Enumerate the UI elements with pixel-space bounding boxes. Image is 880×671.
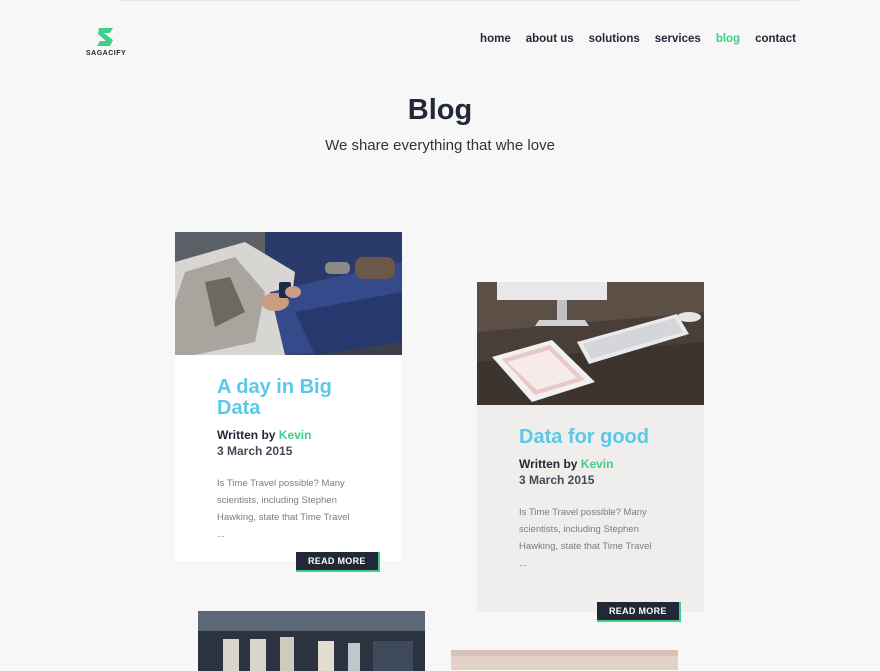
post-excerpt: Is Time Travel possible? Many scientists… [217, 478, 350, 540]
logo[interactable]: SAGACIFY [86, 26, 126, 60]
post-date: 3 March 2015 [519, 473, 595, 487]
main-nav: home about us solutions services blog co… [480, 33, 796, 45]
post-image[interactable] [477, 282, 704, 405]
page-title: Blog [407, 94, 473, 126]
read-more-button[interactable]: READ MORE [597, 602, 681, 622]
post-author[interactable]: Kevin [279, 428, 312, 442]
nav-item-home[interactable]: home [480, 33, 511, 45]
logo-text: SAGACIFY [86, 50, 127, 57]
post-image[interactable] [198, 611, 425, 671]
written-by-label: Written by [519, 457, 578, 471]
top-divider [120, 0, 800, 1]
blog-card: Data for good Written by Kevin 3 March 2… [477, 282, 704, 622]
logo-icon [97, 28, 113, 46]
post-excerpt: Is Time Travel possible? Many scientists… [519, 507, 652, 569]
post-image[interactable] [451, 650, 678, 670]
blog-card [198, 611, 425, 671]
nav-item-solutions[interactable]: solutions [589, 33, 640, 45]
post-byline: Written by Kevin [519, 456, 662, 472]
post-image[interactable] [175, 232, 402, 355]
nav-item-about-us[interactable]: about us [526, 33, 574, 45]
nav-item-contact[interactable]: contact [755, 33, 796, 45]
read-more-button[interactable]: READ MORE [296, 552, 380, 572]
written-by-label: Written by [217, 428, 276, 442]
blog-card: A day in Big Data Written by Kevin 3 Mar… [175, 232, 402, 572]
nav-item-services[interactable]: services [655, 33, 701, 45]
post-byline: Written by Kevin [217, 427, 360, 443]
post-title[interactable]: Data for good [519, 427, 662, 448]
nav-item-blog[interactable]: blog [716, 33, 740, 45]
page-subtitle: We share everything that whe love [325, 137, 555, 154]
blog-card [451, 650, 678, 670]
post-date: 3 March 2015 [217, 444, 293, 458]
post-title[interactable]: A day in Big Data [217, 377, 360, 419]
post-author[interactable]: Kevin [581, 457, 614, 471]
